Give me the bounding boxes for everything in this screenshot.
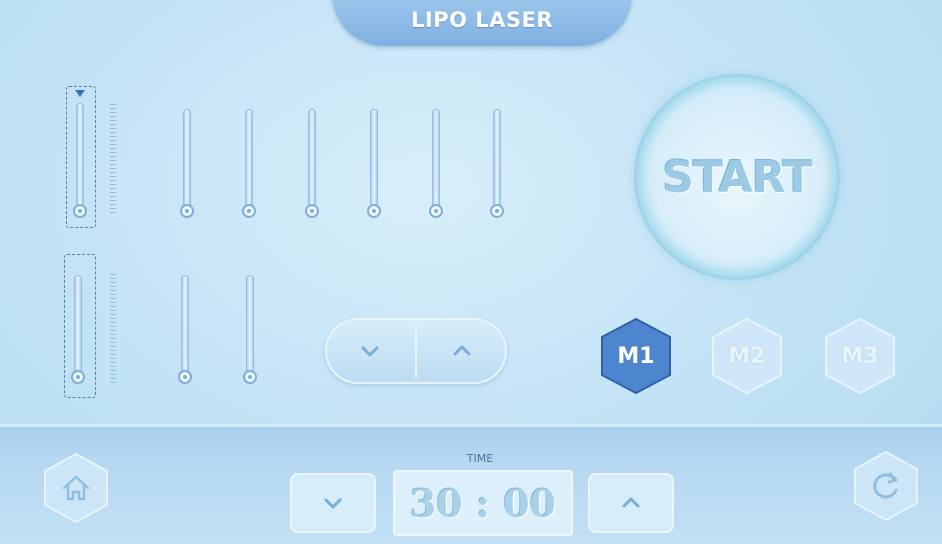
- slider-knob[interactable]: [243, 370, 257, 384]
- time-label: TIME: [466, 452, 494, 465]
- level-up-button[interactable]: [417, 318, 507, 384]
- home-button[interactable]: [40, 452, 112, 524]
- time-down-button[interactable]: [290, 473, 376, 533]
- slider-top-1[interactable]: [72, 104, 88, 220]
- time-value: 30 : 00: [409, 480, 557, 526]
- slider-indicator-icon: [75, 90, 85, 97]
- slider-knob[interactable]: [429, 204, 443, 218]
- slider-knob[interactable]: [242, 204, 256, 218]
- slider-top-4[interactable]: [304, 110, 320, 220]
- page-title: LIPO LASER: [410, 8, 554, 32]
- slider-knob[interactable]: [178, 370, 192, 384]
- chevron-up-icon: [622, 497, 640, 508]
- slider-knob[interactable]: [490, 204, 504, 218]
- home-icon: [62, 475, 90, 501]
- laser-control-screen: LIPO LASER START M1 M2 M3 TIME 30: 00: [0, 0, 942, 544]
- slider-top-2[interactable]: [179, 110, 195, 220]
- reset-button[interactable]: [850, 450, 922, 522]
- slider-knob[interactable]: [73, 204, 87, 218]
- mode-m1-button[interactable]: M1: [597, 317, 675, 395]
- mode-label: M2: [728, 343, 766, 369]
- slider-bottom-3[interactable]: [242, 276, 258, 388]
- slider-knob[interactable]: [71, 370, 85, 384]
- slider-bottom-2[interactable]: [177, 276, 193, 388]
- start-label: START: [662, 151, 812, 203]
- chevron-down-icon: [361, 346, 379, 357]
- start-button[interactable]: START: [634, 74, 840, 280]
- slider-knob[interactable]: [305, 204, 319, 218]
- slider-top-5[interactable]: [366, 110, 382, 220]
- time-up-button[interactable]: [588, 473, 674, 533]
- chevron-down-icon: [324, 498, 342, 509]
- level-adjust-pill: [325, 318, 507, 384]
- slider-knob[interactable]: [367, 204, 381, 218]
- slider-scale-2: [106, 274, 116, 384]
- slider-scale: [106, 104, 116, 216]
- level-down-button[interactable]: [325, 318, 415, 384]
- refresh-icon: [873, 472, 898, 499]
- slider-top-3[interactable]: [241, 110, 257, 220]
- slider-top-6[interactable]: [428, 110, 444, 220]
- chevron-up-icon: [453, 345, 471, 356]
- slider-bottom-1[interactable]: [70, 276, 86, 388]
- slider-top-7[interactable]: [489, 110, 505, 220]
- slider-knob[interactable]: [180, 204, 194, 218]
- mode-label: M3: [841, 343, 879, 369]
- mode-m3-button[interactable]: M3: [821, 317, 899, 395]
- mode-m2-button[interactable]: M2: [708, 317, 786, 395]
- start-button-face: START: [653, 93, 821, 261]
- title-tab: LIPO LASER: [332, 0, 632, 46]
- mode-label: M1: [617, 343, 655, 369]
- time-display: 30 : 00: [393, 470, 573, 536]
